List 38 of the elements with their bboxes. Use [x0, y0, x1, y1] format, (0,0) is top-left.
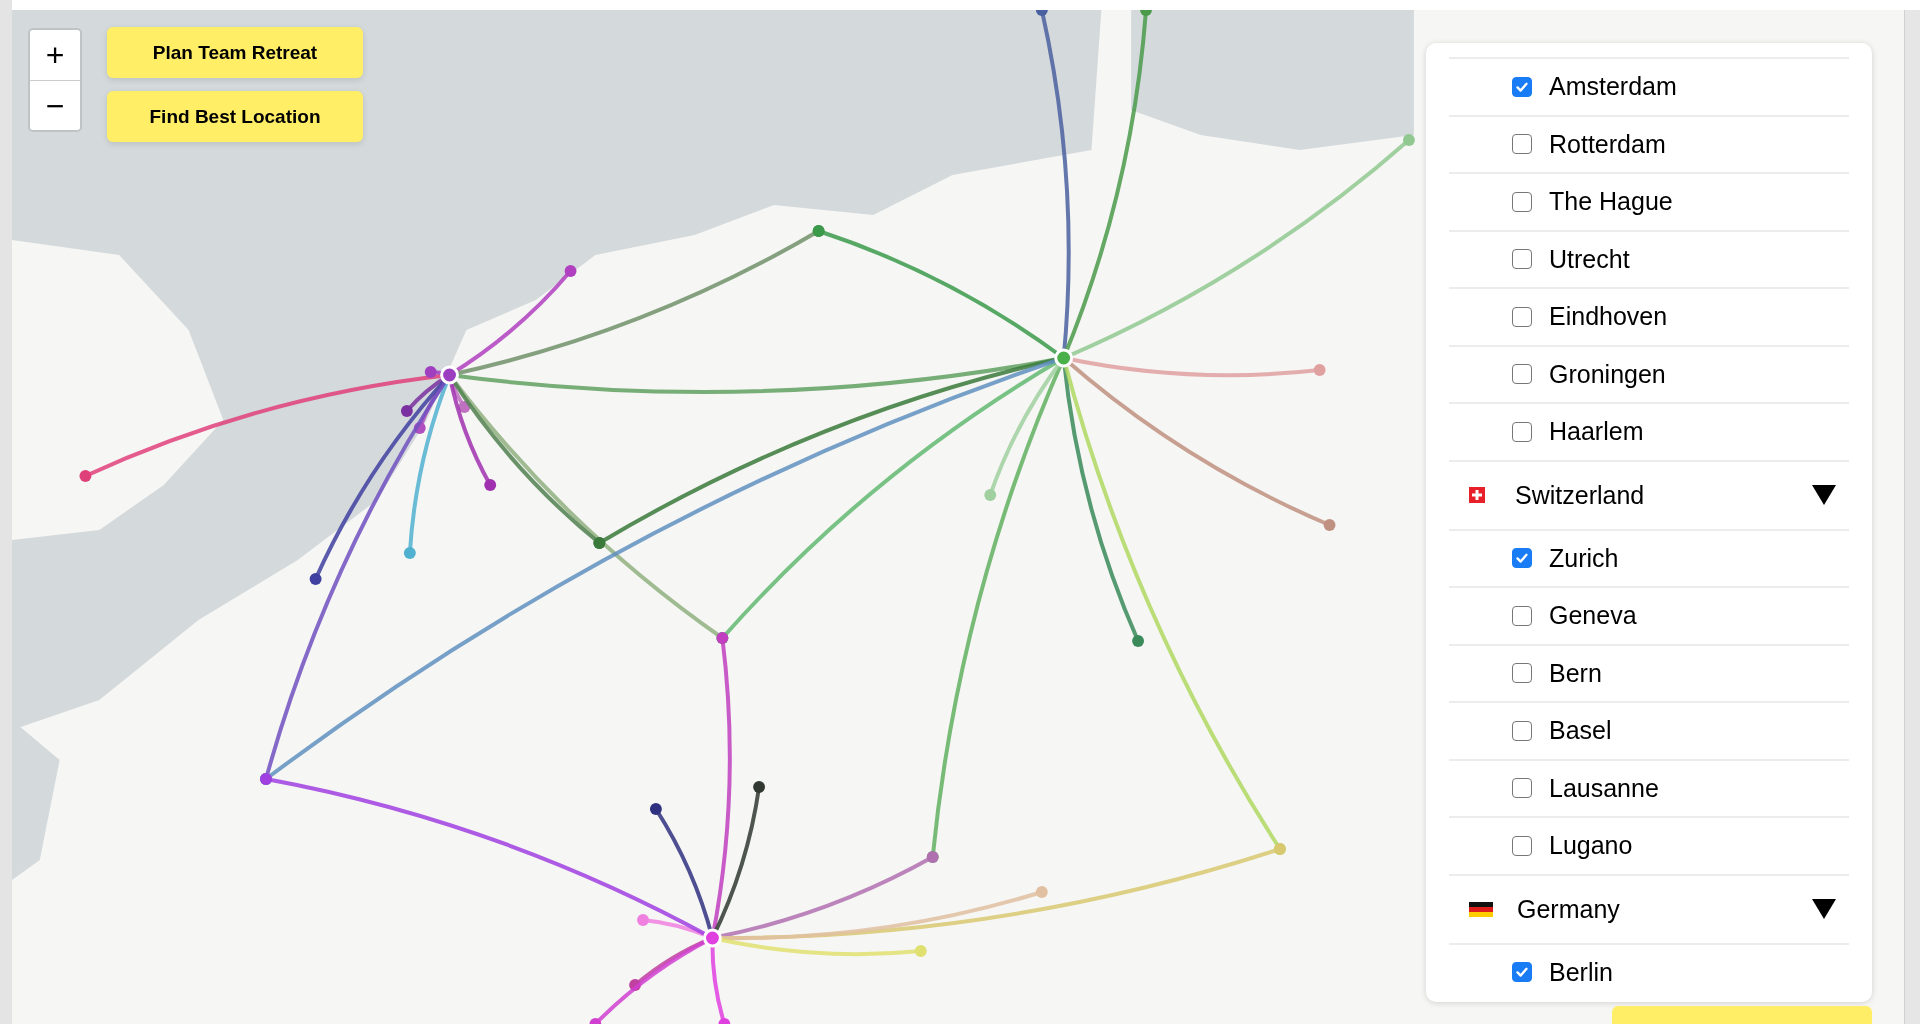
checkbox[interactable] [1512, 191, 1532, 212]
action-button[interactable]: Plan Team Retreat [107, 27, 363, 78]
city-label: Utrecht [1549, 244, 1630, 274]
city-label: Groningen [1549, 359, 1666, 389]
checkbox[interactable] [1512, 778, 1532, 799]
checkbox[interactable] [1512, 306, 1532, 327]
city-label: The Hague [1549, 187, 1673, 217]
city-label: Bern [1549, 658, 1602, 688]
checkbox[interactable] [1512, 76, 1532, 97]
city-label: Amsterdam [1549, 72, 1677, 102]
checkbox[interactable] [1512, 548, 1532, 569]
city-label: Lugano [1549, 831, 1633, 861]
checkbox[interactable] [1512, 364, 1532, 385]
city-label: Rotterdam [1549, 129, 1666, 159]
caret-icon[interactable] [1811, 898, 1837, 920]
checkbox[interactable] [1512, 663, 1532, 684]
country-label: Germany [1517, 894, 1621, 924]
checkbox[interactable] [1512, 835, 1532, 856]
city-label: Haarlem [1549, 417, 1644, 447]
caret-icon[interactable] [1811, 484, 1837, 506]
checkbox[interactable] [1512, 605, 1532, 626]
country-label: Switzerland [1515, 480, 1646, 510]
city-label: Geneva [1549, 601, 1637, 631]
city-label: Basel [1549, 716, 1612, 746]
city-label: Eindhoven [1549, 302, 1668, 332]
checkbox[interactable] [1512, 720, 1532, 741]
action-button[interactable]: Find Best Location [107, 91, 363, 142]
city-label: Lausanne [1549, 773, 1659, 803]
checkbox[interactable] [1512, 134, 1532, 155]
zoom-out-button[interactable]: − [30, 80, 80, 130]
german-flag-icon [1469, 901, 1493, 917]
zoom-in-button[interactable]: + [30, 30, 80, 80]
city-label: Zurich [1549, 543, 1619, 573]
checkbox[interactable] [1512, 962, 1532, 983]
checkbox[interactable] [1512, 249, 1532, 270]
swiss-flag-icon [1469, 487, 1485, 503]
checkbox[interactable] [1512, 421, 1532, 442]
city-label: Berlin [1549, 957, 1613, 987]
